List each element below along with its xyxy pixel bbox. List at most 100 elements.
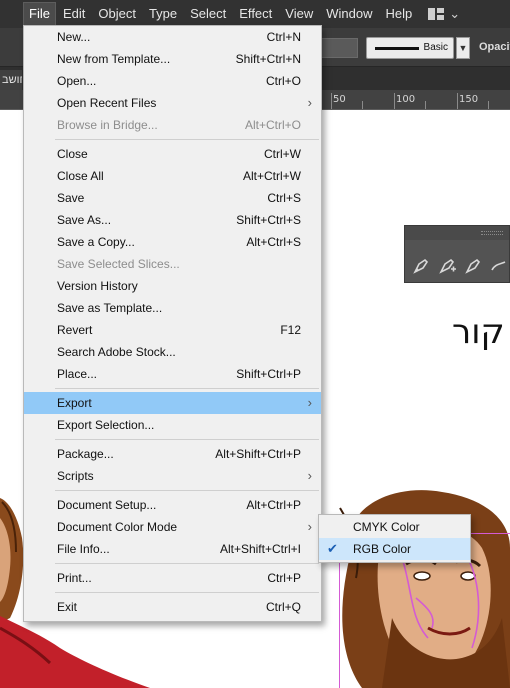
menu-item-save-selected-slices[interactable]: Save Selected Slices... bbox=[24, 253, 321, 275]
chevron-down-icon[interactable]: ▼ bbox=[456, 37, 470, 59]
menu-item-package[interactable]: Package... Alt+Shift+Ctrl+P bbox=[24, 443, 321, 465]
menu-item-shortcut: Alt+Ctrl+O bbox=[244, 118, 301, 132]
chevron-right-icon: › bbox=[307, 395, 312, 410]
menu-item-label: File Info... bbox=[57, 542, 110, 556]
menu-item-print[interactable]: Print... Ctrl+P bbox=[24, 567, 321, 589]
menu-item-label: Scripts bbox=[57, 469, 94, 483]
menu-item-shortcut: Alt+Ctrl+P bbox=[246, 498, 301, 512]
menu-help[interactable]: Help bbox=[380, 3, 417, 25]
menu-item-shortcut: Shift+Ctrl+P bbox=[236, 367, 301, 381]
menu-edit[interactable]: Edit bbox=[58, 3, 90, 25]
menu-item-label: Document Color Mode bbox=[57, 520, 178, 534]
menu-item-label: New... bbox=[57, 30, 91, 44]
menu-separator bbox=[24, 487, 321, 494]
menu-item-shortcut: Alt+Ctrl+W bbox=[242, 169, 301, 183]
menu-bar: File Edit Object Type Select Effect View… bbox=[0, 0, 510, 28]
menu-item-new-from-template[interactable]: New from Template... Shift+Ctrl+N bbox=[24, 48, 321, 70]
menu-item-label: Close All bbox=[57, 169, 104, 183]
menu-item-label: Document Setup... bbox=[57, 498, 157, 512]
menu-item-document-setup[interactable]: Document Setup... Alt+Ctrl+P bbox=[24, 494, 321, 516]
menu-object[interactable]: Object bbox=[93, 3, 141, 25]
chevron-right-icon: › bbox=[307, 519, 312, 534]
menu-separator bbox=[24, 436, 321, 443]
delete-anchor-point-icon[interactable] bbox=[463, 256, 483, 276]
menu-item-open-recent-files[interactable]: Open Recent Files › bbox=[24, 92, 321, 114]
menu-item-export-selection[interactable]: Export Selection... bbox=[24, 414, 321, 436]
menu-item-shortcut: Shift+Ctrl+N bbox=[235, 52, 301, 66]
ruler-label: 50 bbox=[333, 94, 346, 105]
menu-item-file-info[interactable]: File Info... Alt+Shift+Ctrl+I bbox=[24, 538, 321, 560]
menu-item-shortcut: Ctrl+Q bbox=[265, 600, 301, 614]
menu-type[interactable]: Type bbox=[144, 3, 182, 25]
menu-item-shortcut: Ctrl+S bbox=[267, 191, 301, 205]
file-menu-dropdown: New... Ctrl+N New from Template... Shift+Ct… bbox=[23, 25, 322, 622]
menu-select[interactable]: Select bbox=[185, 3, 231, 25]
stroke-style-dropdown[interactable]: Basic bbox=[366, 37, 454, 59]
menu-item-close-all[interactable]: Close All Alt+Ctrl+W bbox=[24, 165, 321, 187]
menu-item-version-history[interactable]: Version History bbox=[24, 275, 321, 297]
anchor-point-tool-icon[interactable] bbox=[489, 256, 509, 276]
menu-item-scripts[interactable]: Scripts › bbox=[24, 465, 321, 487]
panel-drag-handle[interactable] bbox=[405, 226, 509, 240]
menu-item-label: Export Selection... bbox=[57, 418, 155, 432]
menu-item-save[interactable]: Save Ctrl+S bbox=[24, 187, 321, 209]
menu-item-label: Save as Template... bbox=[57, 301, 163, 315]
menu-item-label: Version History bbox=[57, 279, 138, 293]
canvas-text: קור bbox=[452, 312, 505, 352]
menu-item-label: RGB Color bbox=[353, 542, 412, 556]
menu-effect[interactable]: Effect bbox=[234, 3, 277, 25]
menu-item-label: Place... bbox=[57, 367, 98, 381]
menu-item-shortcut: Shift+Ctrl+S bbox=[236, 213, 301, 227]
menu-item-shortcut: Alt+Ctrl+S bbox=[246, 235, 301, 249]
menu-item-cmyk-color[interactable]: CMYK Color bbox=[319, 516, 470, 538]
menu-item-search-adobe-stock[interactable]: Search Adobe Stock... bbox=[24, 341, 321, 363]
floating-pen-tools-panel bbox=[404, 225, 510, 283]
menu-item-browse-in-bridge[interactable]: Browse in Bridge... Alt+Ctrl+O bbox=[24, 114, 321, 136]
stroke-weight-field[interactable] bbox=[318, 38, 358, 58]
menu-file[interactable]: File bbox=[23, 2, 56, 26]
document-tab[interactable]: חושב bbox=[0, 70, 22, 91]
pen-tool-icon[interactable] bbox=[411, 256, 431, 276]
workspace-switcher[interactable]: ⌄ bbox=[428, 6, 460, 22]
menu-item-label: New from Template... bbox=[57, 52, 171, 66]
menu-item-export[interactable]: Export › bbox=[24, 392, 321, 414]
menu-view[interactable]: View bbox=[280, 3, 318, 25]
menu-separator bbox=[24, 385, 321, 392]
menu-item-document-color-mode[interactable]: Document Color Mode › bbox=[24, 516, 321, 538]
ruler-label: 150 bbox=[459, 94, 479, 105]
chevron-down-icon: ⌄ bbox=[449, 6, 461, 21]
menu-item-close[interactable]: Close Ctrl+W bbox=[24, 143, 321, 165]
menu-window[interactable]: Window bbox=[321, 3, 377, 25]
menu-item-exit[interactable]: Exit Ctrl+Q bbox=[24, 596, 321, 618]
stroke-preview-line bbox=[375, 47, 419, 50]
menu-item-shortcut: Ctrl+N bbox=[266, 30, 301, 44]
chevron-right-icon: › bbox=[307, 95, 312, 110]
menu-item-save-as-template[interactable]: Save as Template... bbox=[24, 297, 321, 319]
menu-item-label: Export bbox=[57, 396, 92, 410]
menu-item-label: Revert bbox=[57, 323, 93, 337]
chevron-right-icon: › bbox=[307, 468, 312, 483]
checkmark-icon: ✔ bbox=[327, 541, 338, 556]
menu-item-label: CMYK Color bbox=[353, 520, 420, 534]
workspace-grid-icon bbox=[428, 8, 445, 20]
ruler-label: 100 bbox=[396, 94, 416, 105]
menu-item-place[interactable]: Place... Shift+Ctrl+P bbox=[24, 363, 321, 385]
menu-separator bbox=[24, 589, 321, 596]
menu-item-rgb-color[interactable]: ✔ RGB Color bbox=[319, 538, 470, 560]
menu-item-new[interactable]: New... Ctrl+N bbox=[24, 26, 321, 48]
add-anchor-point-icon[interactable] bbox=[437, 256, 457, 276]
menu-item-save-a-copy[interactable]: Save a Copy... Alt+Ctrl+S bbox=[24, 231, 321, 253]
opacity-label[interactable]: Opacity bbox=[479, 41, 510, 53]
menu-item-revert[interactable]: Revert F12 bbox=[24, 319, 321, 341]
menu-item-label: Open... bbox=[57, 74, 97, 88]
menu-item-shortcut: Alt+Shift+Ctrl+I bbox=[219, 542, 301, 556]
menu-item-label: Exit bbox=[57, 600, 78, 614]
menu-item-shortcut: Ctrl+W bbox=[264, 147, 301, 161]
menu-item-open[interactable]: Open... Ctrl+O bbox=[24, 70, 321, 92]
menu-separator bbox=[24, 136, 321, 143]
menu-item-shortcut: Ctrl+O bbox=[265, 74, 301, 88]
menu-item-save-as[interactable]: Save As... Shift+Ctrl+S bbox=[24, 209, 321, 231]
stroke-style-label: Basic bbox=[423, 42, 448, 53]
menu-item-label: Save As... bbox=[57, 213, 112, 227]
menu-item-label: Search Adobe Stock... bbox=[57, 345, 176, 359]
